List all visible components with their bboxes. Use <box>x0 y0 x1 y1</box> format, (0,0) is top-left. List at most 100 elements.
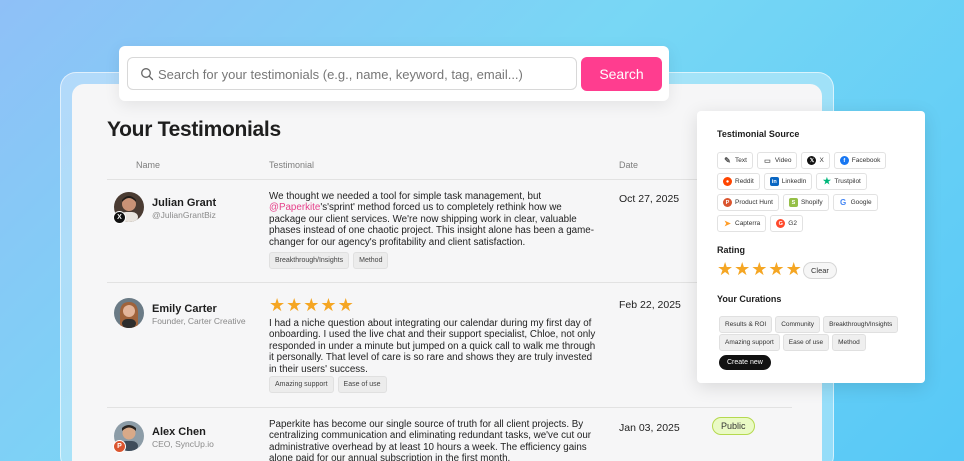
facebook-icon: f <box>839 156 849 165</box>
search-placeholder: Search for your testimonials (e.g., name… <box>158 67 523 82</box>
source-chip-producthunt[interactable]: P Product Hunt <box>717 194 779 211</box>
source-heading: Testimonial Source <box>717 129 800 139</box>
mention-link[interactable]: @Paperkite <box>269 202 320 213</box>
source-chip-trustpilot[interactable]: ★ Trustpilot <box>816 173 867 190</box>
create-curation-button[interactable]: Create new <box>719 355 771 370</box>
tag[interactable]: Ease of use <box>337 376 387 393</box>
source-chip-google[interactable]: G Google <box>832 194 878 211</box>
curations-heading: Your Curations <box>717 294 782 304</box>
source-label: Trustpilot <box>834 178 861 185</box>
search-bar: Search for your testimonials (e.g., name… <box>119 46 669 101</box>
producthunt-icon: P <box>723 198 732 207</box>
source-chip-facebook[interactable]: f Facebook <box>833 152 887 169</box>
tag[interactable]: Method <box>353 252 389 269</box>
status-badge[interactable]: Public <box>712 417 755 435</box>
star-icon: ★ <box>303 295 320 315</box>
source-row: P Product Hunt S Shopify G Google <box>717 194 878 211</box>
curation-chip[interactable]: Amazing support <box>719 334 780 351</box>
star-icon: ★ <box>337 295 354 315</box>
star-icon[interactable]: ★ <box>734 260 750 278</box>
source-chip-shopify[interactable]: S Shopify <box>782 194 829 211</box>
shopify-icon: S <box>788 198 798 207</box>
source-label: G2 <box>788 220 797 227</box>
curation-chip[interactable]: Results & ROI <box>719 316 773 333</box>
curation-chip[interactable]: Method <box>832 334 866 351</box>
source-label: Reddit <box>735 178 754 185</box>
date-cell: Feb 22, 2025 <box>619 299 681 311</box>
star-icon: ★ <box>320 295 337 315</box>
tag[interactable]: Amazing support <box>269 376 334 393</box>
star-rating: ★ ★ ★ ★ ★ <box>269 296 354 314</box>
star-icon: ★ <box>269 295 286 315</box>
rating-filter[interactable]: ★ ★ ★ ★ ★ <box>717 260 802 278</box>
trustpilot-icon: ★ <box>822 176 831 186</box>
testimonial-text-part: We thought we needed a tool for simple t… <box>269 191 542 202</box>
linkedin-icon: in <box>769 177 779 186</box>
person-title: Founder, Carter Creative <box>152 316 246 326</box>
page-title: Your Testimonials <box>107 118 281 141</box>
source-chip-x[interactable]: 𝕏 X <box>801 152 830 169</box>
date-cell: Oct 27, 2025 <box>619 193 680 205</box>
curation-chip[interactable]: Ease of use <box>782 334 830 351</box>
person-title: CEO, SyncUp.io <box>152 439 214 449</box>
source-chip-video[interactable]: ▭ Video <box>756 152 798 169</box>
producthunt-icon: P <box>113 440 126 453</box>
person-handle: @JulianGrantBiz <box>152 210 216 220</box>
curation-chip[interactable]: Breakthrough/Insights <box>823 316 899 333</box>
g2-icon: G <box>776 219 786 228</box>
star-icon[interactable]: ★ <box>786 260 802 278</box>
google-icon: G <box>840 198 847 207</box>
curation-row: Amazing support Ease of use Method <box>719 334 866 351</box>
source-label: Google <box>850 199 872 206</box>
search-icon <box>141 68 154 81</box>
source-label: LinkedIn <box>781 178 807 185</box>
curation-chip[interactable]: Community <box>775 316 821 333</box>
tag-list: Breakthrough/Insights Method <box>269 252 389 269</box>
tag-list: Amazing support Ease of use <box>269 376 387 393</box>
source-label: Capterra <box>735 220 761 227</box>
person-name: Emily Carter <box>152 303 217 315</box>
source-label: X <box>819 157 824 164</box>
column-header-name[interactable]: Name <box>136 160 160 170</box>
source-chip-text[interactable]: ✎ Text <box>717 152 753 169</box>
pencil-icon: ✎ <box>724 156 731 165</box>
column-header-testimonial[interactable]: Testimonial <box>269 160 314 170</box>
source-row: ➤ Capterra G G2 <box>717 215 803 232</box>
reddit-icon: ● <box>723 177 732 186</box>
search-input[interactable]: Search for your testimonials (e.g., name… <box>127 57 577 90</box>
source-chip-linkedin[interactable]: in LinkedIn <box>763 173 813 190</box>
table-row[interactable]: P Alex Chen CEO, SyncUp.io Paperkite has… <box>107 408 792 461</box>
source-chip-reddit[interactable]: ● Reddit <box>717 173 760 190</box>
video-icon: ▭ <box>764 157 771 165</box>
source-label: Video <box>774 157 792 164</box>
source-chip-capterra[interactable]: ➤ Capterra <box>717 215 767 232</box>
search-button[interactable]: Search <box>581 57 662 91</box>
testimonial-text: We thought we needed a tool for simple t… <box>269 191 599 248</box>
filter-panel: Testimonial Source ✎ Text ▭ Video 𝕏 X f … <box>697 111 925 383</box>
table-row[interactable]: Emily Carter Founder, Carter Creative ★ … <box>107 283 792 407</box>
testimonial-text: I had a niche question about integrating… <box>269 318 596 375</box>
source-row: ✎ Text ▭ Video 𝕏 X f Facebook <box>717 152 887 169</box>
avatar <box>114 298 144 328</box>
source-row: ● Reddit in LinkedIn ★ Trustpilot <box>717 173 867 190</box>
star-icon[interactable]: ★ <box>751 260 767 278</box>
tag[interactable]: Breakthrough/Insights <box>269 252 350 269</box>
date-cell: Jan 03, 2025 <box>619 422 680 434</box>
table-row[interactable]: X Julian Grant @JulianGrantBiz We though… <box>107 180 792 282</box>
column-header-date[interactable]: Date <box>619 160 638 170</box>
star-icon[interactable]: ★ <box>768 260 784 278</box>
curation-row: Results & ROI Community Breakthrough/Ins… <box>719 316 899 333</box>
capterra-icon: ➤ <box>724 219 731 228</box>
clear-rating-button[interactable]: Clear <box>803 262 837 279</box>
x-icon: X <box>113 211 126 224</box>
source-chip-g2[interactable]: G G2 <box>770 215 803 232</box>
star-icon[interactable]: ★ <box>717 260 733 278</box>
source-label: Product Hunt <box>735 199 773 206</box>
star-icon: ★ <box>286 295 303 315</box>
person-name: Julian Grant <box>152 197 217 209</box>
rating-heading: Rating <box>717 245 745 255</box>
source-label: Shopify <box>800 199 823 206</box>
x-icon: 𝕏 <box>807 156 817 165</box>
source-label: Facebook <box>851 157 881 164</box>
source-label: Text <box>735 157 747 164</box>
